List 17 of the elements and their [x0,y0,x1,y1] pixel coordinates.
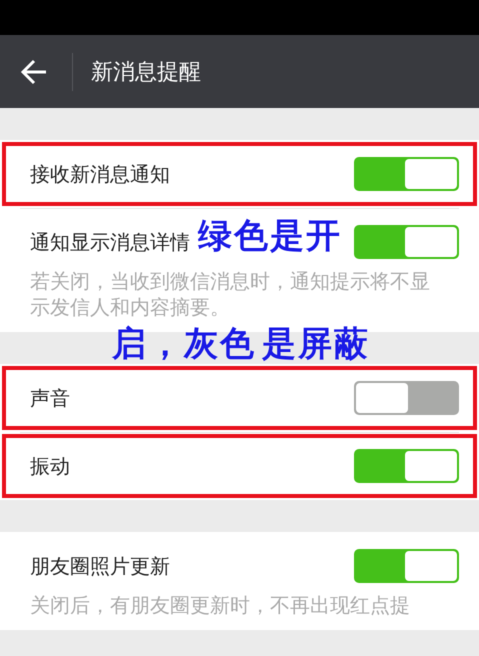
toggle-switch[interactable] [354,225,459,259]
setting-label: 声音 [30,384,70,412]
setting-label: 接收新消息通知 [30,160,170,188]
page-title: 新消息提醒 [91,58,201,86]
toggle-switch[interactable] [354,449,459,483]
setting-hint: 关闭后，有朋友圈更新时，不再出现红点提 [29,592,411,619]
setting-label: 朋友圈照片更新 [30,552,170,580]
handwritten-note: 绿色是开 [198,218,342,254]
handwritten-note: 是屏蔽 [262,326,370,362]
toggle-switch[interactable] [354,549,459,583]
setting-hint: 若关闭，当收到微信消息时，通知提示将不显示发信人和内容摘要。 [29,268,431,321]
toggle-switch[interactable] [354,381,459,415]
handwritten-note: 启，灰色 [112,326,256,362]
setting-label: 通知显示消息详情 [30,228,190,256]
back-icon[interactable] [20,58,48,86]
toggle-switch[interactable] [354,157,459,191]
setting-label: 振动 [30,452,70,480]
